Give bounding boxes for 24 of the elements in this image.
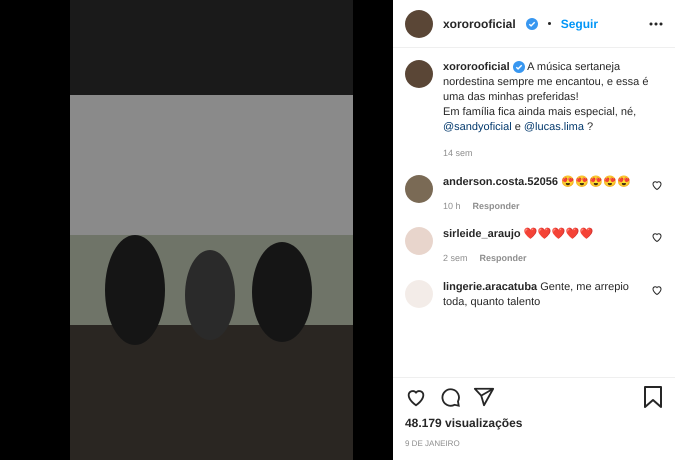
post-date: 9 DE JANEIRO bbox=[405, 438, 461, 450]
heart-icon[interactable] bbox=[651, 284, 663, 296]
send-icon[interactable] bbox=[473, 386, 495, 408]
comment-text: lingerie.aracatuba Gente, me arrepio toda, quanto talento bbox=[443, 280, 630, 310]
avatar[interactable] bbox=[405, 60, 433, 88]
comment-text: sirleide_araujo ❤❤❤❤❤ bbox=[443, 227, 595, 242]
heart-icon[interactable] bbox=[651, 178, 663, 190]
timestamp: 14 sem bbox=[443, 147, 474, 160]
more-options-icon[interactable] bbox=[649, 22, 663, 26]
avatar[interactable] bbox=[405, 10, 433, 38]
dot-separator-icon bbox=[548, 22, 551, 25]
timestamp: 10 h bbox=[443, 200, 461, 212]
video-frame[interactable] bbox=[70, 0, 353, 460]
bookmark-icon[interactable] bbox=[643, 386, 663, 408]
views-count: 48.179 visualizações bbox=[405, 415, 524, 432]
heart-icon[interactable] bbox=[651, 231, 663, 243]
avatar[interactable] bbox=[405, 174, 433, 202]
comment-icon[interactable] bbox=[439, 386, 461, 408]
mention-link[interactable]: @lucas.lima bbox=[524, 121, 584, 133]
mention-link[interactable]: @sandyoficial bbox=[443, 121, 512, 133]
username[interactable]: xororooficial bbox=[443, 14, 516, 32]
timestamp: 2 sem bbox=[443, 252, 468, 265]
caption-text: xororooficial A música sertaneja nordestina sempre me encantou, e essa é uma das minhas preferidas! Em família fica ainda mais especial, né, @sandyoficial e @lucas.lima ? bbox=[443, 60, 650, 135]
comment-text: anderson.costa.52056 😍😍😍😍😍 bbox=[443, 174, 632, 190]
